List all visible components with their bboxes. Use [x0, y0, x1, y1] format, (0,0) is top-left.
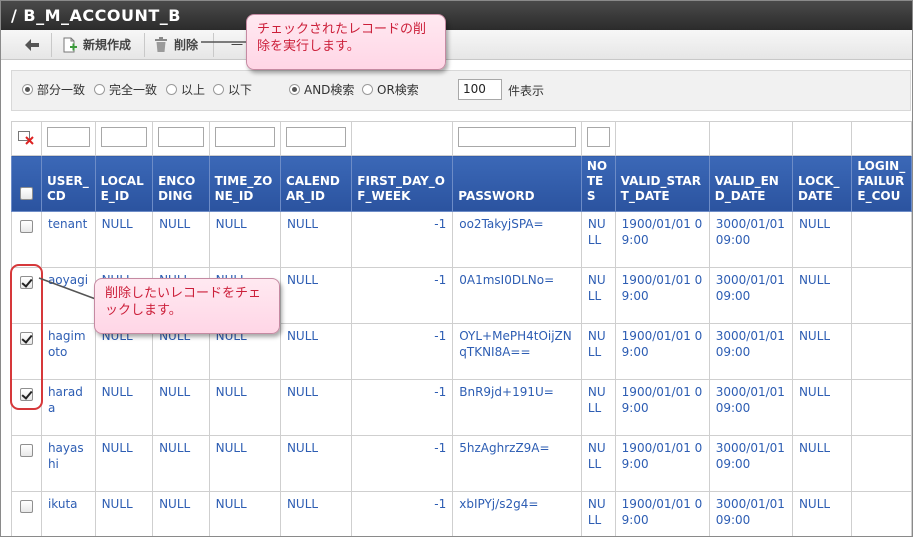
callout-pointer-check: [38, 277, 102, 302]
callout-pointers: [38, 41, 252, 302]
delete-callout: チェックされたレコードの削除を実行します。: [246, 14, 446, 70]
check-callout: 削除したいレコードをチェックします。: [94, 278, 280, 334]
app-window: / B_M_ACCOUNT_B 新規作成 削除 一 部分一致 完全一致 以上 以…: [0, 0, 913, 537]
